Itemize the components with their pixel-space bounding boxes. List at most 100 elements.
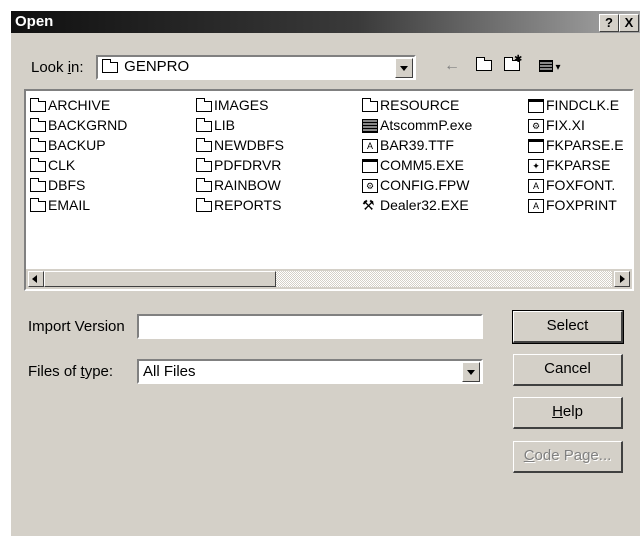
file-name: CONFIG.FPW: [380, 177, 470, 193]
font-file-icon: A: [362, 139, 378, 154]
close-button[interactable]: X: [619, 14, 639, 32]
look-in-value: GENPRO: [124, 58, 190, 75]
folder-icon: [196, 157, 212, 172]
folder-icon: [102, 58, 118, 73]
file-name: RAINBOW: [214, 177, 281, 193]
file-name: CLK: [48, 157, 76, 173]
file-name: FKPARSE.E: [546, 137, 624, 153]
open-dialog: Open ? X Look in: GENPRO ← ✱ ▾ ARCHIVE BA…: [10, 10, 640, 536]
look-in-dropdown[interactable]: GENPRO: [96, 55, 416, 80]
folder-icon: [30, 97, 46, 112]
scroll-right-button[interactable]: [614, 271, 630, 287]
file-name: Dealer32.EXE: [380, 197, 469, 213]
file-list-item[interactable]: AtscommP.exe: [362, 115, 472, 135]
file-list-item[interactable]: FKPARSE.E: [528, 135, 624, 155]
help-button[interactable]: Help: [513, 397, 623, 429]
file-name: BACKUP: [48, 137, 106, 153]
file-list-item[interactable]: DBFS: [30, 175, 85, 195]
file-list-item[interactable]: ⚒ Dealer32.EXE: [362, 195, 469, 215]
application-icon: [362, 159, 378, 174]
look-in-label: Look in:: [31, 59, 84, 76]
file-list-item[interactable]: ARCHIVE: [30, 95, 110, 115]
font-file-icon: A: [528, 199, 544, 214]
program-icon: ✦: [528, 159, 544, 174]
folder-icon: [196, 197, 212, 212]
file-name: FOXPRINT: [546, 197, 617, 213]
scroll-thumb[interactable]: [44, 271, 276, 287]
file-name: DBFS: [48, 177, 86, 193]
file-list-item[interactable]: BACKUP: [30, 135, 106, 155]
file-name: COMM5.EXE: [380, 157, 465, 173]
horizontal-scrollbar[interactable]: [26, 269, 632, 289]
file-list-item[interactable]: REPORTS: [196, 195, 281, 215]
look-in-dropdown-arrow[interactable]: [395, 58, 413, 78]
up-folder-icon[interactable]: [473, 56, 495, 76]
view-menu-icon[interactable]: ▾: [533, 56, 567, 76]
folder-icon: [196, 137, 212, 152]
folder-icon: [30, 117, 46, 132]
application-icon: [528, 139, 544, 154]
file-list-item[interactable]: ⚙ FIX.XI: [528, 115, 585, 135]
file-name: LIB: [214, 117, 236, 133]
code-page-button[interactable]: Code Page...: [513, 441, 623, 473]
file-list-item[interactable]: EMAIL: [30, 195, 90, 215]
file-list-item[interactable]: A FOXFONT.: [528, 175, 615, 195]
new-folder-icon[interactable]: ✱: [501, 54, 523, 76]
file-name: FIX.XI: [546, 117, 585, 133]
folder-icon: [362, 97, 378, 112]
file-list[interactable]: ARCHIVE BACKGRND BACKUP CLK DBFS EMAIL IMAGES…: [24, 89, 634, 291]
folder-icon: [196, 97, 212, 112]
file-name: FINDCLK.E: [546, 97, 620, 113]
files-of-type-dropdown-arrow[interactable]: [462, 362, 480, 382]
file-list-item[interactable]: CLK: [30, 155, 75, 175]
file-list-item[interactable]: A FOXPRINT: [528, 195, 617, 215]
dialog-title: Open: [15, 13, 54, 30]
import-version-label: Import Version: [28, 318, 125, 335]
title-bar[interactable]: Open ? X: [11, 11, 640, 33]
help-title-button[interactable]: ?: [599, 14, 619, 32]
application-icon: [528, 99, 544, 114]
folder-icon: [30, 197, 46, 212]
select-button[interactable]: Select: [512, 310, 624, 344]
config-file-icon: ⚙: [528, 119, 544, 134]
file-list-item[interactable]: ✦ FKPARSE: [528, 155, 610, 175]
file-list-item[interactable]: ⚙ CONFIG.FPW: [362, 175, 469, 195]
cancel-button[interactable]: Cancel: [513, 354, 623, 386]
folder-icon: [30, 157, 46, 172]
scroll-track[interactable]: [276, 271, 612, 287]
file-name: ARCHIVE: [48, 97, 111, 113]
file-list-item[interactable]: COMM5.EXE: [362, 155, 464, 175]
file-list-item[interactable]: A BAR39.TTF: [362, 135, 454, 155]
config-file-icon: ⚙: [362, 179, 378, 194]
file-name: REPORTS: [214, 197, 282, 213]
file-list-item[interactable]: RAINBOW: [196, 175, 281, 195]
import-version-input[interactable]: [137, 314, 483, 339]
file-list-item[interactable]: BACKGRND: [30, 115, 127, 135]
tools-icon: ⚒: [362, 197, 375, 213]
file-name: PDFDRVR: [214, 157, 282, 173]
file-name: AtscommP.exe: [380, 117, 473, 133]
file-name: BAR39.TTF: [380, 137, 454, 153]
files-of-type-dropdown[interactable]: All Files: [137, 359, 483, 384]
folder-icon: [30, 177, 46, 192]
file-name: FOXFONT.: [546, 177, 616, 193]
file-name: RESOURCE: [380, 97, 460, 113]
back-arrow-icon[interactable]: ←: [441, 56, 463, 76]
file-list-item[interactable]: NEWDBFS: [196, 135, 284, 155]
file-name: IMAGES: [214, 97, 269, 113]
file-list-item[interactable]: RESOURCE: [362, 95, 459, 115]
file-name: FKPARSE: [546, 157, 611, 173]
scroll-left-button[interactable]: [28, 271, 44, 287]
file-list-item[interactable]: LIB: [196, 115, 235, 135]
folder-icon: [30, 137, 46, 152]
file-name: BACKGRND: [48, 117, 128, 133]
file-list-item[interactable]: FINDCLK.E: [528, 95, 619, 115]
font-file-icon: A: [528, 179, 544, 194]
files-of-type-label: Files of type:: [28, 363, 114, 380]
folder-icon: [196, 177, 212, 192]
executable-icon: [362, 119, 378, 134]
file-name: NEWDBFS: [214, 137, 284, 153]
file-list-item[interactable]: IMAGES: [196, 95, 268, 115]
files-of-type-value: All Files: [143, 363, 196, 380]
file-list-item[interactable]: PDFDRVR: [196, 155, 281, 175]
